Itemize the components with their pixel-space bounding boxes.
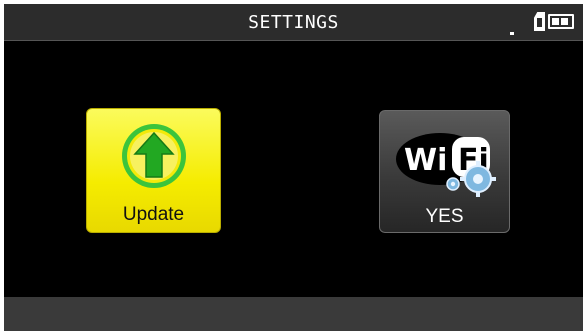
update-label: Update bbox=[122, 204, 185, 225]
wifi-button[interactable]: Wi Fi YES bbox=[379, 110, 510, 233]
device-screen: SETTINGS Update Wi Fi YES bbox=[4, 4, 583, 331]
footer-bar bbox=[4, 297, 583, 331]
signal-dot-icon bbox=[510, 32, 514, 35]
sd-card-icon bbox=[534, 12, 545, 31]
wifi-settings-icon: Wi Fi bbox=[396, 133, 496, 197]
svg-text:Wi: Wi bbox=[404, 143, 447, 178]
title-bar: SETTINGS bbox=[4, 4, 583, 41]
update-arrow-icon bbox=[122, 124, 186, 188]
wifi-status-label: YES bbox=[425, 206, 464, 227]
update-button[interactable]: Update bbox=[86, 108, 221, 233]
page-title: SETTINGS bbox=[248, 12, 339, 33]
battery-icon bbox=[548, 14, 574, 29]
